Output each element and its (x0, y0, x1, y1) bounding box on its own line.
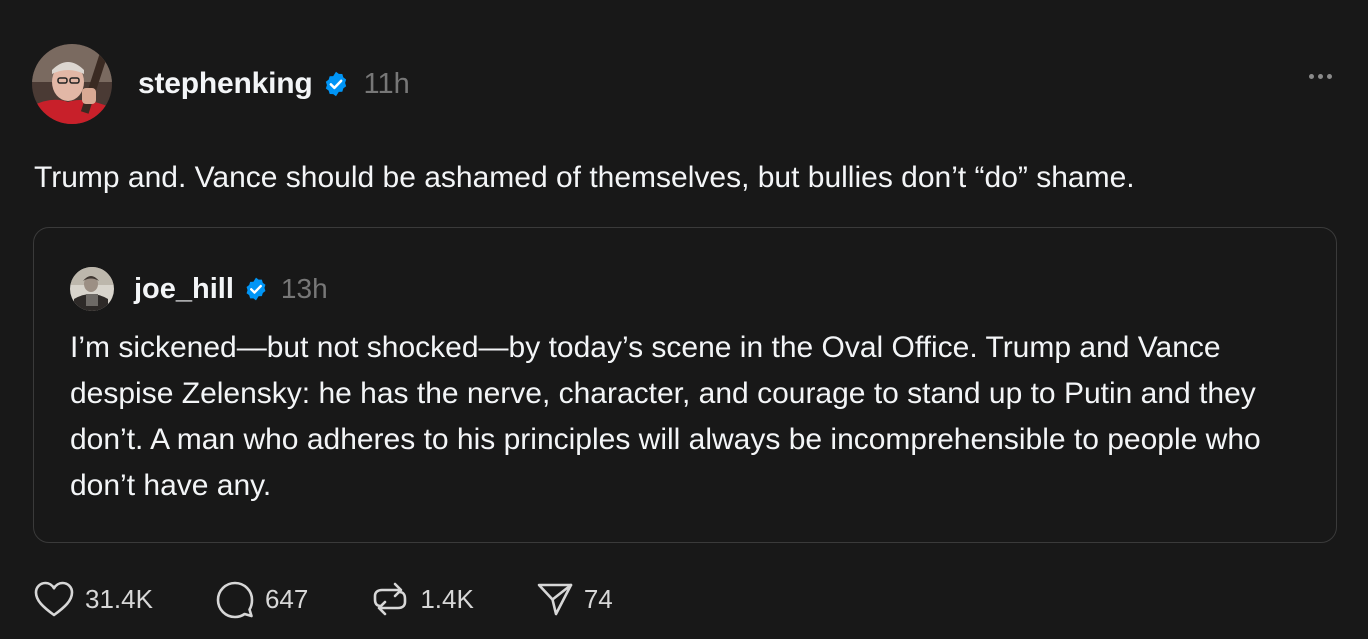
verified-badge-icon (243, 276, 269, 302)
repost-count: 1.4K (420, 583, 474, 614)
author-avatar[interactable] (32, 44, 112, 124)
more-dot (1309, 74, 1314, 79)
thread-post: stephenking 11h Trump and. Vance should … (0, 0, 1368, 639)
repost-icon (370, 579, 410, 619)
like-count: 31.4K (85, 583, 153, 614)
quoted-author-avatar[interactable] (70, 267, 114, 311)
quoted-post[interactable]: joe_hill 13h I’m sickened—but not shocke… (33, 227, 1337, 543)
more-dot (1318, 74, 1323, 79)
action-bar: 31.4K 647 1.4K 74 (33, 578, 675, 620)
quoted-post-text: I’m sickened—but not shocked—by today’s … (70, 331, 1261, 502)
more-options-icon[interactable] (1309, 74, 1332, 79)
repost-button[interactable]: 1.4K (370, 579, 474, 619)
like-button[interactable]: 31.4K (33, 580, 153, 618)
reply-count: 647 (264, 583, 309, 614)
more-dot (1327, 74, 1332, 79)
quoted-author-name[interactable]: joe_hill (134, 273, 234, 306)
quoted-post-timestamp: 13h (280, 273, 328, 304)
verified-badge-icon (322, 70, 350, 98)
post-header: stephenking 11h (32, 43, 410, 125)
reply-button[interactable]: 647 (215, 579, 308, 619)
share-button[interactable]: 74 (536, 580, 613, 618)
author-name[interactable]: stephenking (138, 67, 313, 101)
comment-bubble-icon (215, 579, 255, 619)
quoted-post-header: joe_hill 13h (70, 267, 328, 311)
send-icon (536, 580, 574, 618)
post-timestamp: 11h (363, 67, 410, 100)
heart-icon (33, 580, 75, 618)
post-text: Trump and. Vance should be ashamed of th… (34, 161, 1135, 194)
share-count: 74 (583, 583, 613, 614)
